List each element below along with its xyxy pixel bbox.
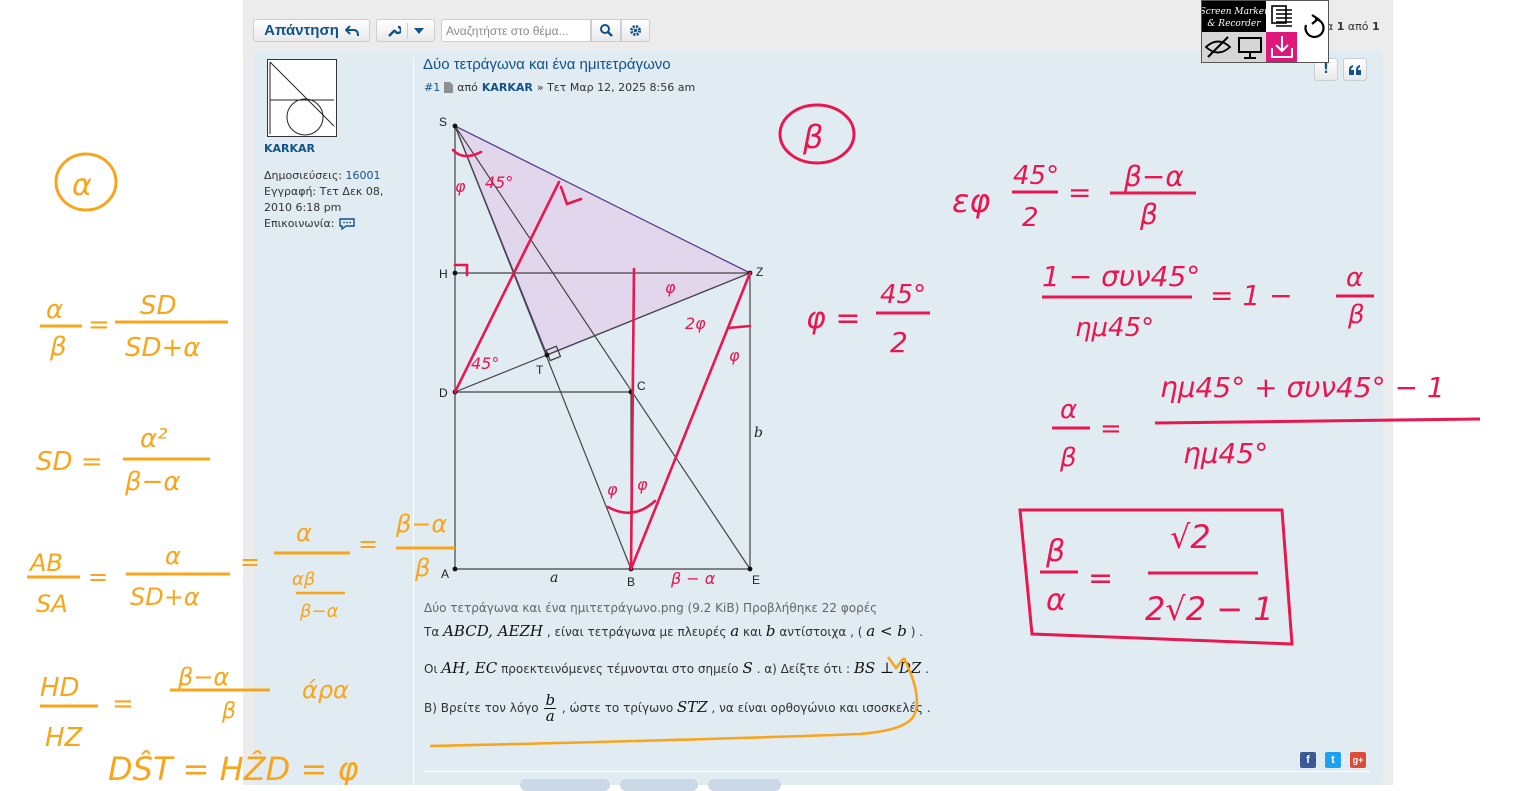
svg-text:DŜT = HẐD = φ: DŜT = HẐD = φ: [108, 749, 359, 785]
file-icon[interactable]: [1269, 4, 1293, 29]
svg-text:=: =: [88, 310, 110, 340]
svg-text:β: β: [1139, 198, 1158, 231]
svg-text:α: α: [72, 168, 92, 203]
svg-text:=: =: [1100, 414, 1122, 444]
screen-marker-widget: Screen Marker & Recorder: [1200, 0, 1329, 63]
svg-text:= 1 −: = 1 −: [1210, 279, 1293, 312]
svg-text:=: =: [1068, 176, 1091, 209]
svg-text:=: =: [240, 548, 260, 576]
svg-text:ημ45° + συν45° − 1: ημ45° + συν45° − 1: [1160, 371, 1445, 404]
svg-text:=: =: [112, 689, 134, 719]
svg-text:β: β: [221, 699, 236, 724]
svg-text:β−α: β−α: [299, 601, 339, 622]
svg-text:άρα: άρα: [302, 676, 349, 704]
svg-text:β: β: [1059, 443, 1077, 473]
svg-text:45°: 45°: [880, 280, 926, 310]
svg-text:=: =: [88, 563, 108, 591]
svg-text:β−α: β−α: [1123, 160, 1184, 193]
svg-text:α: α: [165, 542, 181, 570]
svg-text:ημ45°: ημ45°: [1075, 313, 1154, 343]
svg-text:β−α: β−α: [177, 663, 229, 691]
svg-text:αβ: αβ: [292, 569, 315, 590]
svg-text:α: α: [1046, 583, 1066, 618]
svg-text:α: α: [46, 295, 63, 325]
logo-line-2: & Recorder: [1207, 19, 1261, 29]
svg-text:2: 2: [890, 326, 908, 359]
svg-text:ημ45°: ημ45°: [1183, 437, 1268, 470]
screen-marker-toolbar: Screen Marker & Recorder: [1200, 1, 1325, 62]
svg-text:HD: HD: [40, 673, 80, 703]
svg-text:β: β: [49, 332, 67, 362]
svg-text:φ =: φ =: [806, 301, 860, 336]
ink-overlay: α α β = SD SD+α SD = α² β−α AB SA = α SD…: [27, 103, 1481, 785]
svg-text:SD: SD: [140, 291, 177, 321]
svg-text:β: β: [1045, 534, 1065, 569]
svg-text:1 − συν45°: 1 − συν45°: [1042, 260, 1200, 293]
svg-text:AB: AB: [28, 549, 63, 577]
svg-text:α: α: [1060, 395, 1077, 425]
svg-text:SD+α: SD+α: [125, 333, 200, 363]
undo-icon[interactable]: [1304, 14, 1325, 39]
svg-text:SD =: SD =: [36, 447, 103, 477]
svg-text:45°: 45°: [1013, 161, 1059, 191]
svg-text:=: =: [358, 530, 378, 558]
logo-line-1: Screen Marker: [1202, 7, 1269, 17]
svg-text:2√2 − 1: 2√2 − 1: [1145, 590, 1274, 628]
svg-text:β−α: β−α: [124, 467, 181, 497]
svg-text:HZ: HZ: [45, 723, 84, 753]
svg-text:β: β: [1347, 300, 1365, 330]
svg-text:√2: √2: [1170, 518, 1211, 556]
svg-text:SD+α: SD+α: [130, 583, 200, 611]
orange-annotations: α α β = SD SD+α SD = α² β−α AB SA = α SD…: [27, 152, 919, 785]
svg-text:α: α: [1346, 263, 1363, 293]
svg-text:εφ: εφ: [952, 182, 990, 220]
svg-text:α: α: [296, 519, 312, 547]
svg-text:β: β: [802, 118, 823, 156]
svg-text:α²: α²: [140, 424, 168, 454]
svg-text:SA: SA: [36, 590, 68, 618]
svg-text:β−α: β−α: [395, 510, 447, 538]
red-annotations: β εφ 45° 2 = β−α β φ = 45° 2 1 − συν45° …: [778, 103, 1481, 646]
svg-text:=: =: [1088, 561, 1113, 596]
svg-text:2: 2: [1022, 203, 1039, 233]
svg-text:β: β: [414, 554, 430, 582]
